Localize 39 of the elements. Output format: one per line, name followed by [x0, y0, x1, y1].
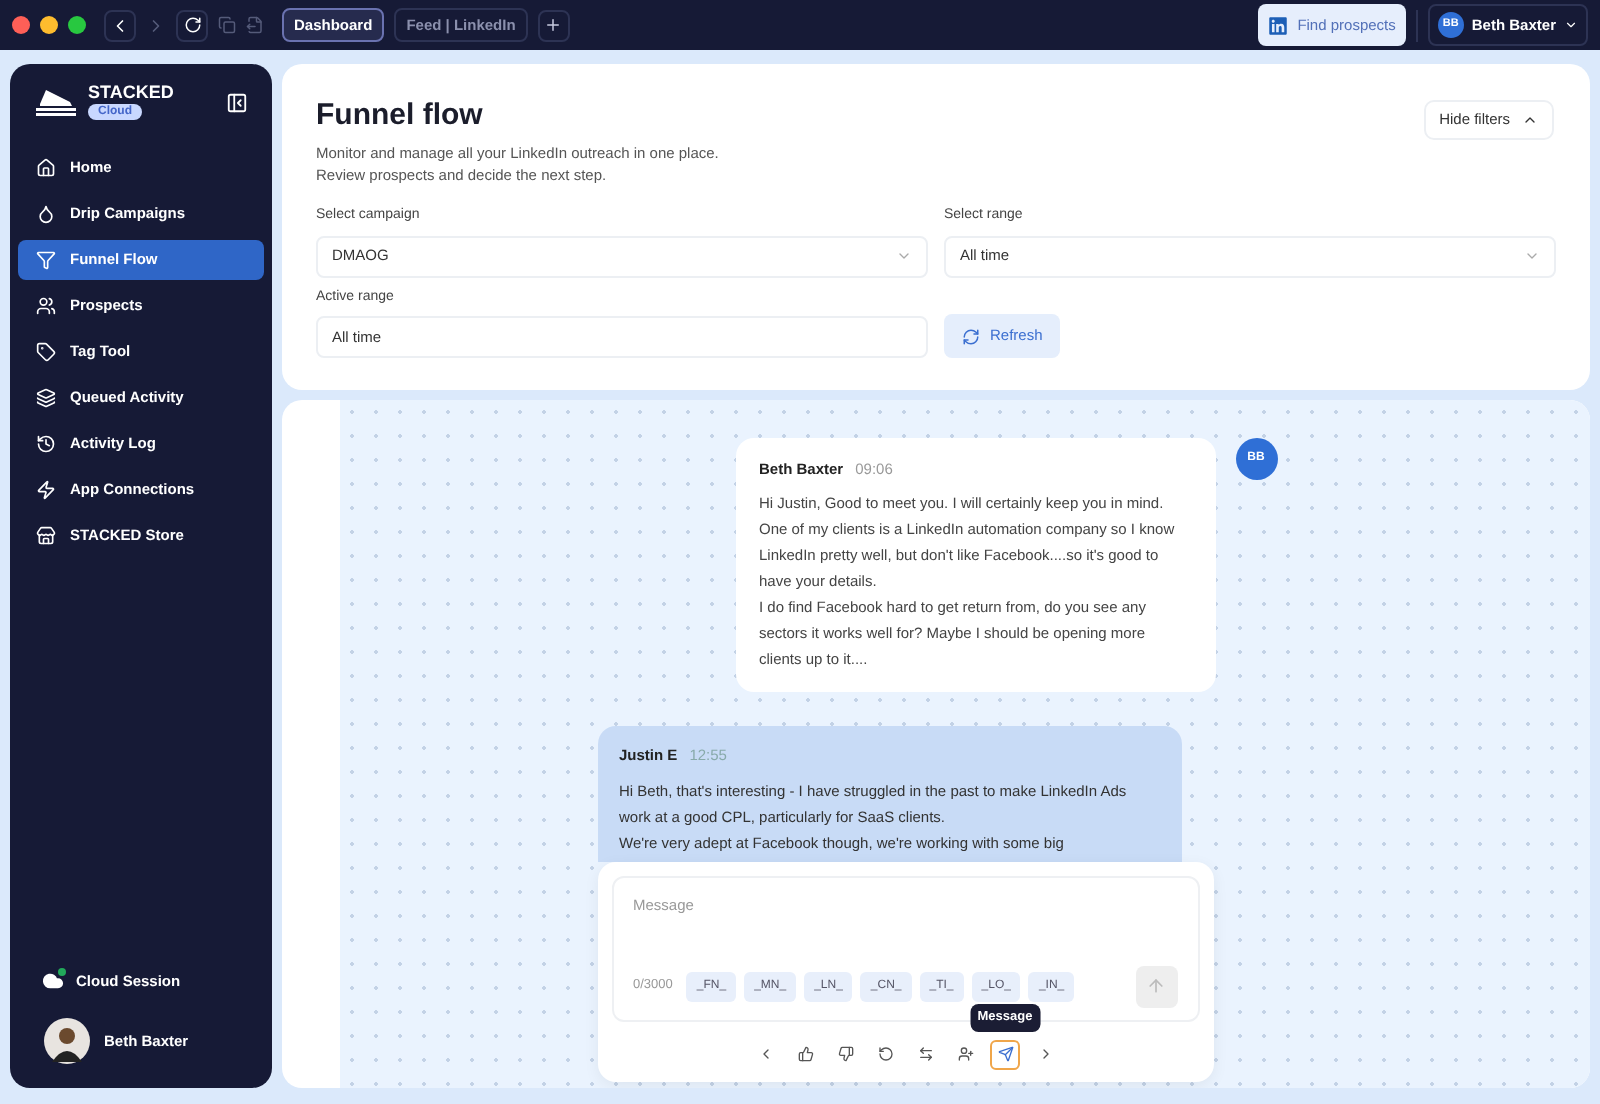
back-button[interactable]: [104, 9, 136, 41]
store-icon: [36, 526, 56, 546]
users-icon: [36, 296, 56, 316]
caret-icon: [1564, 18, 1578, 32]
thumbs-down-icon: [837, 1046, 853, 1062]
history-icon: [36, 434, 56, 454]
new-tab-button[interactable]: [537, 9, 570, 41]
logo-icon: [34, 86, 78, 118]
send-icon: [997, 1046, 1013, 1062]
cloud-status-icon: [42, 970, 66, 991]
copy-icon[interactable]: [218, 16, 236, 34]
refresh-icon: [962, 327, 980, 345]
chevron-down-icon: [1524, 248, 1540, 264]
layers-icon: [36, 388, 56, 408]
reload-button[interactable]: [176, 9, 208, 41]
funnel-icon: [36, 250, 56, 270]
maximize-window-icon[interactable]: [68, 16, 86, 34]
send-message-button[interactable]: [990, 1039, 1020, 1069]
thumbs-up-icon: [797, 1046, 813, 1062]
undo-icon: [877, 1046, 893, 1062]
arrow-up-icon: [1146, 976, 1166, 996]
minimize-window-icon[interactable]: [40, 16, 58, 34]
page-title: Funnel flow: [316, 100, 483, 130]
chevron-down-icon: [896, 248, 912, 264]
user-avatar: [44, 1018, 90, 1064]
close-window-icon[interactable]: [12, 16, 30, 34]
export-icon[interactable]: [246, 16, 264, 34]
home-icon: [36, 158, 56, 178]
lightning-icon: [36, 480, 56, 500]
user-plus-icon: [957, 1046, 973, 1062]
droplet-icon: [36, 204, 56, 224]
swap-arrows-icon: [917, 1046, 933, 1062]
plus-icon: [544, 16, 563, 34]
reload-icon: [183, 16, 201, 34]
collapse-sidebar-icon[interactable]: [226, 91, 248, 113]
linkedin-icon: [1267, 15, 1288, 35]
chevron-up-icon: [1522, 112, 1538, 128]
brand-name: STACKED: [88, 84, 174, 102]
tag-icon: [36, 342, 56, 362]
